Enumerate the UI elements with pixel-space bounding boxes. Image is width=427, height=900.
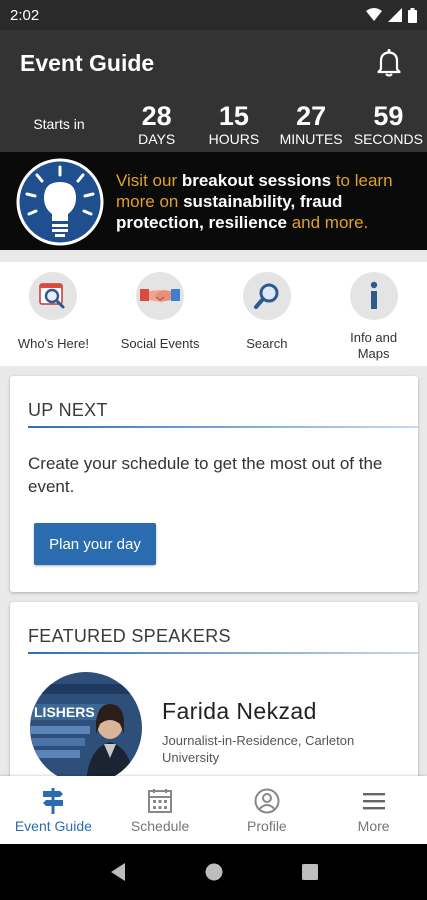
recents-icon[interactable]	[301, 863, 319, 881]
quick-link-label: Social Events	[120, 336, 200, 351]
speaker-name[interactable]: Farida Nekzad	[162, 698, 317, 725]
countdown-value: 27	[296, 101, 327, 131]
banner-emphasis: breakout sessions	[181, 171, 332, 190]
status-time: 2:02	[10, 6, 40, 24]
status-icons	[366, 7, 417, 23]
speaker-role: Journalist-in-Residence, Carleton Univer…	[162, 733, 355, 765]
wifi-icon	[366, 8, 382, 21]
tab-label: More	[357, 818, 390, 834]
countdown-unit: MINUTES	[279, 131, 343, 147]
lightbulb-icon	[16, 158, 104, 246]
menu-icon	[362, 793, 385, 810]
countdown-hours: 15 HOURS	[195, 101, 272, 147]
tab-label: Event Guide	[14, 818, 92, 834]
home-icon[interactable]	[204, 862, 224, 882]
divider	[28, 426, 418, 428]
banner-text: Visit our breakout sessions to learn mor…	[116, 170, 421, 233]
promo-banner[interactable]: Visit our breakout sessions to learn mor…	[0, 152, 427, 250]
status-bar: 2:02	[0, 0, 427, 30]
signpost-icon	[43, 788, 64, 814]
page-title: Event Guide	[20, 50, 155, 76]
countdown: Starts in 28 DAYS 15 HOURS 27 MINUTES 59…	[0, 98, 427, 150]
handshake-icon	[136, 272, 185, 320]
quick-link-social-events[interactable]: Social Events	[107, 262, 214, 366]
tab-more[interactable]: More	[320, 776, 427, 844]
tab-event-guide[interactable]: Event Guide	[0, 776, 107, 844]
countdown-unit: SECONDS	[353, 131, 423, 147]
calendar-icon	[148, 789, 173, 813]
countdown-value: 28	[141, 101, 172, 131]
tab-label: Schedule	[130, 818, 190, 834]
info-icon	[349, 272, 398, 320]
up-next-text: Create your schedule to get the most out…	[28, 454, 383, 496]
app-header: Event Guide Starts in 28 DAYS 15 HOURS 2…	[0, 30, 427, 152]
quick-link-info-maps[interactable]: Info and Maps	[320, 262, 427, 366]
back-icon[interactable]	[109, 862, 127, 882]
countdown-unit: DAYS	[138, 131, 176, 147]
countdown-minutes: 27 MINUTES	[273, 101, 350, 147]
divider	[28, 652, 418, 654]
speaker-avatar[interactable]: LISHERS	[30, 672, 142, 784]
countdown-unit: HOURS	[208, 131, 260, 147]
countdown-label: Starts in	[33, 116, 85, 132]
notification-bell-icon[interactable]	[373, 46, 405, 78]
countdown-value: 59	[373, 101, 404, 131]
card-title: UP NEXT	[28, 400, 108, 420]
featured-speakers-card: FEATURED SPEAKERS LISHERS Farida Nekzad …	[10, 602, 418, 802]
banner-text-part: Visit our	[116, 171, 182, 190]
quick-link-label: Info and Maps	[350, 330, 398, 361]
quick-link-whos-here[interactable]: Who's Here!	[0, 262, 107, 366]
bottom-tab-bar: Event Guide Schedule Profile More	[0, 776, 427, 844]
profile-icon	[254, 788, 280, 814]
tab-label: Profile	[247, 818, 287, 834]
countdown-seconds: 59 SECONDS	[350, 101, 427, 147]
quick-link-search[interactable]: Search	[214, 262, 321, 366]
countdown-value: 15	[218, 101, 249, 131]
plan-your-day-button[interactable]: Plan your day	[34, 523, 156, 565]
quick-link-label: Who's Here!	[17, 336, 89, 351]
quick-link-label: Search	[246, 336, 288, 351]
search-icon	[242, 272, 291, 320]
tab-schedule[interactable]: Schedule	[107, 776, 214, 844]
svg-text:LISHERS: LISHERS	[34, 704, 95, 720]
magnifier-profile-icon	[29, 272, 78, 320]
banner-text-part: and more.	[287, 213, 369, 232]
countdown-days: 28 DAYS	[118, 101, 195, 147]
battery-icon	[408, 7, 417, 23]
up-next-card: UP NEXT Create your schedule to get the …	[10, 376, 418, 592]
card-title: FEATURED SPEAKERS	[28, 626, 231, 646]
quick-links: Who's Here! Social Events Search Info an…	[0, 262, 427, 366]
signal-icon	[388, 8, 402, 22]
system-nav-bar	[0, 844, 427, 900]
tab-profile[interactable]: Profile	[214, 776, 321, 844]
